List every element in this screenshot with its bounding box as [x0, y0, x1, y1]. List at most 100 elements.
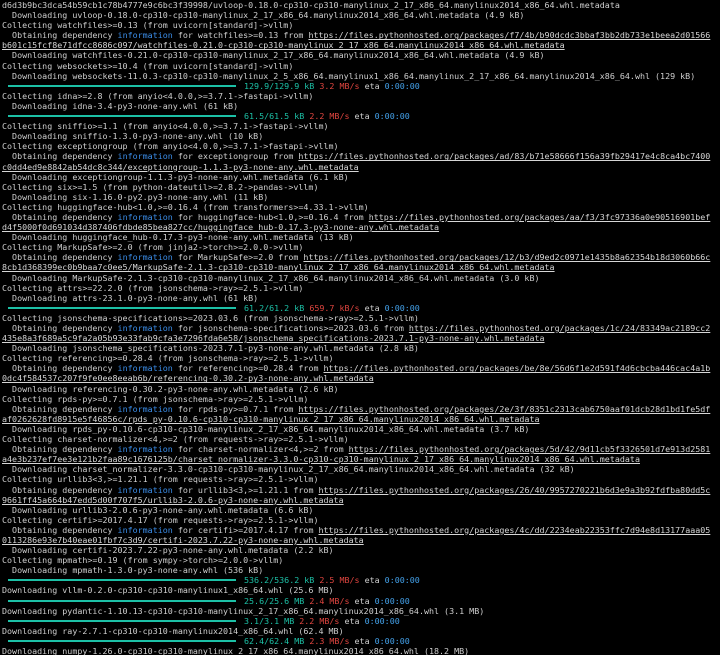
terminal-text: for charset-normalizer<4,>=2 from — [172, 444, 349, 455]
package-url-link[interactable]: d4f5000f0d691034d387406fdbde85bea827cc/h… — [2, 222, 439, 232]
progress-bar-fill — [8, 84, 236, 87]
terminal-line: 9661ff45a664b47edd5d00f707f5/urllib3-2.0… — [2, 495, 718, 505]
terminal-line: Downloading referencing-0.30.2-py3-none-… — [2, 384, 718, 394]
package-url-link[interactable]: b601c15fcf8e71dfcc8686c097/watchfiles-0.… — [2, 40, 565, 50]
terminal-text: Obtaining dependency — [2, 524, 118, 535]
package-url-link[interactable]: https://files.pythonhosted.org/packages/… — [349, 444, 711, 454]
terminal-text: Downloading urllib3-2.0.6-py3-none-any.w… — [2, 504, 314, 515]
package-url-link[interactable]: 0dc4f584537c207f9fe0ee8eeab6b/referencin… — [2, 373, 374, 383]
progress-speed: 3.2 MB/s — [319, 80, 360, 91]
terminal-text: Downloading jsonschema_specifications-20… — [2, 343, 419, 354]
package-url-link[interactable]: https://files.pythonhosted.org/packages/… — [308, 30, 710, 40]
progress-bar — [8, 619, 236, 622]
terminal-line: Downloading urllib3-2.0.6-py3-none-any.w… — [2, 505, 718, 515]
terminal-line: Downloading vllm-0.2.0-cp310-cp310-manyl… — [2, 585, 718, 595]
terminal-line: Collecting attrs>=22.2.0 (from jsonschem… — [2, 283, 718, 293]
terminal-text: Collecting MarkupSafe>=2.0 (from jinja2-… — [2, 242, 304, 253]
terminal-text: Downloading six-1.16.0-py2.py3-none-any.… — [2, 191, 269, 202]
package-url-link[interactable]: 0113286e93e7b40eae01fbf7c3d9/certifi-202… — [2, 535, 364, 545]
terminal-text: Downloading numpy-1.26.0-cp310-cp310-man… — [2, 646, 470, 655]
progress-size: 61.2/61.2 kB — [244, 302, 305, 313]
package-url-link[interactable]: https://files.pythonhosted.org/packages/… — [303, 252, 710, 262]
terminal-line: Obtaining dependency information for exc… — [2, 151, 718, 161]
progress-bar — [8, 306, 236, 309]
package-url-link[interactable]: 435e8a3f689a5c9fa2a05b93e33fab9cfa3e7296… — [2, 333, 545, 343]
terminal-line: Obtaining dependency information for jso… — [2, 323, 718, 333]
terminal-line: Downloading sniffio-1.3.0-py3-none-any.w… — [2, 131, 718, 141]
terminal-line: 0dc4f584537c207f9fe0ee8eeab6b/referencin… — [2, 373, 718, 383]
progress-bar-fill — [8, 306, 236, 309]
info-keyword: information — [117, 30, 173, 41]
terminal-line: Collecting mpmath>=0.19 (from sympy->tor… — [2, 555, 718, 565]
terminal-line: Obtaining dependency information for hug… — [2, 212, 718, 222]
progress-eta: 0:00:00 — [384, 80, 420, 91]
terminal-line: Collecting MarkupSafe>=2.0 (from jinja2-… — [2, 242, 718, 252]
progress-bar-fill — [8, 639, 236, 642]
info-keyword: information — [117, 323, 173, 333]
progress-bar-fill — [8, 599, 236, 602]
package-url-link[interactable]: https://files.pythonhosted.org/packages/… — [298, 151, 710, 161]
progress-eta: 0:00:00 — [374, 635, 410, 646]
terminal-text: for watchfiles>=0.13 from — [172, 30, 309, 41]
terminal-text: Downloading MarkupSafe-2.1.3-cp310-cp310… — [2, 272, 540, 283]
package-url-link[interactable]: 9661ff45a664b47edd5d00f707f5/urllib3-2.0… — [2, 495, 344, 505]
terminal-line: Downloading attrs-23.1.0-py3-none-any.wh… — [2, 293, 718, 303]
package-url-link[interactable]: af0262628fd8915e5f46856c/rpds_py-0.10.6-… — [2, 414, 540, 424]
progress-bar — [8, 579, 236, 582]
info-keyword: information — [117, 403, 173, 414]
progress-bar-fill — [8, 619, 236, 622]
progress-bar — [8, 84, 236, 87]
terminal-text: Downloading idna-3.4-py3-none-any.whl (6… — [2, 100, 239, 111]
progress-eta: 0:00:00 — [374, 111, 410, 122]
package-url-link[interactable]: https://files.pythonhosted.org/packages/… — [319, 525, 711, 535]
terminal-line: Collecting referencing>=0.28.4 (from jso… — [2, 353, 718, 363]
terminal-text: Downloading certifi-2023.7.22-py3-none-a… — [2, 545, 334, 556]
progress-bar-fill — [8, 115, 236, 118]
package-url-link[interactable]: a4e3b237ef7ee3e121b2faa89c1676125b/chars… — [2, 454, 640, 464]
progress-size: 129.9/129.9 kB — [244, 80, 315, 91]
terminal-line: Downloading six-1.16.0-py2.py3-none-any.… — [2, 192, 718, 202]
terminal-output[interactable]: d6d3b9bc3dca54b59cb1c78b4777e9c6bc3f3999… — [0, 0, 720, 655]
terminal-line: d6d3b9bc3dca54b59cb1c78b4777e9c6bc3f3999… — [2, 0, 718, 10]
package-url-link[interactable]: https://files.pythonhosted.org/packages/… — [319, 485, 711, 495]
info-keyword: information — [117, 211, 173, 222]
terminal-line: Downloading rpds_py-0.10.6-cp310-cp310-m… — [2, 424, 718, 434]
progress-eta: 0:00:00 — [384, 575, 420, 586]
terminal-line: d4f5000f0d691034d387406fdbde85bea827cc/h… — [2, 222, 718, 232]
terminal-text: for urllib3<3,>=1.21.1 from — [172, 484, 319, 495]
terminal-text: Downloading rpds_py-0.10.6-cp310-cp310-m… — [2, 423, 530, 434]
download-progress: 3.1/3.1 MB 2.2 MB/s eta 0:00:00 — [2, 616, 718, 626]
package-url-link[interactable]: 8cb1d368399ec0b9baa7c0ee5/MarkupSafe-2.1… — [2, 262, 555, 272]
terminal-text: Obtaining dependency — [2, 363, 118, 374]
terminal-line: 8cb1d368399ec0b9baa7c0ee5/MarkupSafe-2.1… — [2, 262, 718, 272]
terminal-text: for MarkupSafe>=2.0 from — [172, 252, 304, 263]
terminal-text: for rpds-py>=0.7.1 from — [172, 403, 299, 414]
terminal-line: Collecting urllib3<3,>=1.21.1 (from requ… — [2, 474, 718, 484]
terminal-text: Downloading referencing-0.30.2-py3-none-… — [2, 383, 339, 394]
info-keyword: information — [117, 363, 173, 374]
package-url-link[interactable]: https://files.pythonhosted.org/packages/… — [369, 212, 711, 222]
terminal-line: Obtaining dependency information for url… — [2, 485, 718, 495]
terminal-line: Downloading watchfiles-0.21.0-cp310-cp31… — [2, 50, 718, 60]
terminal-text: Collecting certifi>=2017.4.17 (from requ… — [2, 514, 319, 525]
package-url-link[interactable]: https://files.pythonhosted.org/packages/… — [298, 404, 710, 414]
terminal-text: Downloading charset_normalizer-3.3.0-cp3… — [2, 464, 575, 475]
package-url-link[interactable]: https://files.pythonhosted.org/packages/… — [409, 323, 710, 333]
terminal-text: Obtaining dependency — [2, 211, 118, 222]
terminal-line: Downloading certifi-2023.7.22-py3-none-a… — [2, 545, 718, 555]
terminal-text: Obtaining dependency — [2, 323, 118, 333]
terminal-line: Collecting huggingface-hub<1.0,>=0.16.4 … — [2, 202, 718, 212]
terminal-text: for certifi>=2017.4.17 from — [172, 524, 319, 535]
package-url-link[interactable]: https://files.pythonhosted.org/packages/… — [324, 363, 711, 373]
download-progress: 62.4/62.4 MB 2.3 MB/s eta 0:00:00 — [2, 636, 718, 646]
terminal-line: Downloading numpy-1.26.0-cp310-cp310-man… — [2, 646, 718, 655]
terminal-text: Downloading watchfiles-0.21.0-cp310-cp31… — [2, 50, 545, 61]
download-progress: 61.5/61.5 kB 2.2 MB/s eta 0:00:00 — [2, 111, 718, 121]
terminal-text: d6d3b9bc3dca54b59cb1c78b4777e9c6bc3f3999… — [2, 0, 620, 10]
progress-size: 61.5/61.5 kB — [244, 111, 305, 122]
terminal-line: Collecting idna>=2.8 (from anyio<4.0.0,>… — [2, 91, 718, 101]
terminal-text: Obtaining dependency — [2, 252, 118, 263]
package-url-link[interactable]: c0dd4ed9e8842ab54dc8c344/exceptiongroup-… — [2, 162, 359, 172]
progress-speed: 2.3 MB/s — [309, 635, 350, 646]
terminal-text: Collecting jsonschema-specifications>=20… — [2, 312, 419, 323]
